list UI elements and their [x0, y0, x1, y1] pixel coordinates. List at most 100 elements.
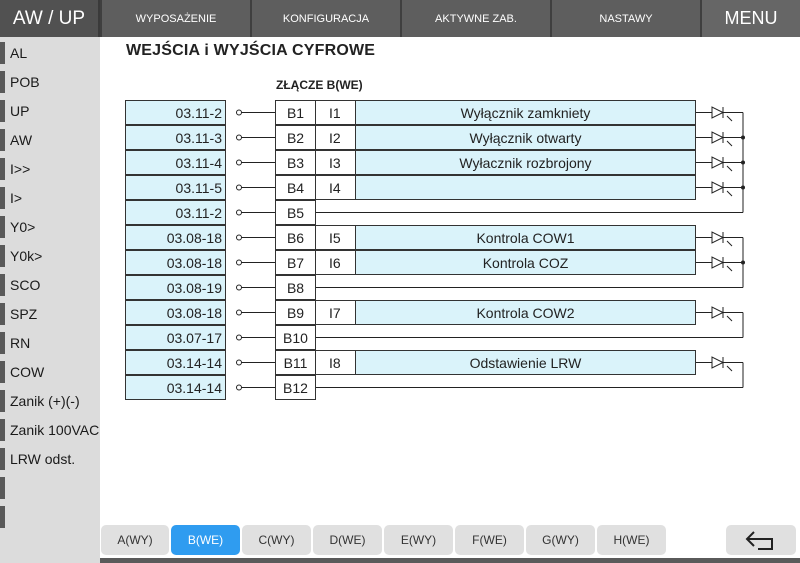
address-cell: 03.07-17	[125, 325, 226, 350]
back-arrow-icon	[745, 531, 773, 550]
pin-cell: B11	[275, 350, 316, 375]
topnav-wyposazenie-button[interactable]: WYPOSAŻENIE	[100, 0, 250, 37]
topnav-konfiguracja-button[interactable]: KONFIGURACJA	[250, 0, 400, 37]
sidebar-marker	[0, 505, 5, 528]
description-cell: Kontrola COW1	[355, 225, 696, 250]
tab-f-we[interactable]: F(WE)	[455, 525, 524, 555]
sidebar-item-label: AL	[10, 44, 28, 61]
menu-button[interactable]: MENU	[700, 0, 800, 37]
input-cell: I6	[315, 250, 356, 275]
sidebar-marker	[0, 273, 5, 296]
sidebar-item-label: SCO	[10, 276, 41, 293]
sidebar-item-empty-2[interactable]	[0, 502, 100, 531]
sidebar-item-lrw-odst[interactable]: LRW odst.	[0, 444, 100, 473]
sidebar-marker	[0, 99, 5, 122]
sidebar-marker	[0, 360, 5, 383]
tab-e-wy[interactable]: E(WY)	[384, 525, 453, 555]
sidebar-item-cow[interactable]: COW	[0, 357, 100, 386]
pin-cell: B7	[275, 250, 316, 275]
sidebar-item-al[interactable]: AL	[0, 38, 100, 67]
sidebar-item-empty-1[interactable]	[0, 473, 100, 502]
address-cell: 03.11-4	[125, 150, 226, 175]
sidebar-marker	[0, 128, 5, 151]
address-cell: 03.14-14	[125, 375, 226, 400]
terminal-wires	[236, 109, 275, 391]
tab-h-we[interactable]: H(WE)	[597, 525, 666, 555]
sidebar-item-spz[interactable]: SPZ	[0, 299, 100, 328]
tab-d-we[interactable]: D(WE)	[313, 525, 382, 555]
input-cell: I5	[315, 225, 356, 250]
address-cell: 03.11-3	[125, 125, 226, 150]
sidebar-marker	[0, 476, 5, 499]
sidebar-item-y0[interactable]: Y0>	[0, 212, 100, 241]
junction-dots	[741, 135, 745, 265]
sidebar-marker	[0, 41, 5, 64]
input-cell: I4	[315, 175, 356, 200]
tab-a-wy[interactable]: A(WY)	[101, 525, 169, 555]
address-cell: 03.11-5	[125, 175, 226, 200]
sidebar-marker	[0, 302, 5, 325]
app-title: AW / UP	[0, 0, 100, 37]
sidebar-item-aw[interactable]: AW	[0, 125, 100, 154]
wiring-diagram	[236, 106, 745, 391]
bottom-bar	[100, 558, 800, 563]
sidebar-item-i[interactable]: I>	[0, 183, 100, 212]
pin-cell: B8	[275, 275, 316, 300]
sidebar: AL POB UP AW I>> I> Y0> Y0k> SCO SPZ RN …	[0, 37, 100, 563]
sidebar-item-label: Zanik 100VAC	[10, 421, 100, 438]
input-cell: I7	[315, 300, 356, 325]
sidebar-marker	[0, 70, 5, 93]
sidebar-marker	[0, 447, 5, 470]
description-cell	[355, 175, 696, 200]
sidebar-item-label: AW	[10, 131, 33, 148]
sidebar-marker	[0, 186, 5, 209]
sidebar-marker	[0, 389, 5, 412]
input-cell: I2	[315, 125, 356, 150]
address-cell: 03.08-19	[125, 275, 226, 300]
address-cell: 03.08-18	[125, 300, 226, 325]
pin-cell: B6	[275, 225, 316, 250]
pin-cell: B10	[275, 325, 316, 350]
topnav-aktywne-zab-button[interactable]: AKTYWNE ZAB.	[400, 0, 550, 37]
description-cell: Kontrola COZ	[355, 250, 696, 275]
back-button[interactable]	[726, 525, 796, 555]
tab-g-wy[interactable]: G(WY)	[526, 525, 595, 555]
sidebar-marker	[0, 244, 5, 267]
sidebar-item-zanik-dc[interactable]: Zanik (+)(-)	[0, 386, 100, 415]
address-cell: 03.11-2	[125, 200, 226, 225]
sidebar-item-zanik-100vac[interactable]: Zanik 100VAC	[0, 415, 100, 444]
sidebar-item-rn[interactable]: RN	[0, 328, 100, 357]
topnav-nastawy-button[interactable]: NASTAWY	[550, 0, 700, 37]
sidebar-item-label: UP	[10, 102, 30, 119]
tab-b-we[interactable]: B(WE)	[171, 525, 240, 555]
sidebar-item-label: Y0k>	[10, 247, 43, 264]
sidebar-marker	[0, 418, 5, 441]
pin-cell: B2	[275, 125, 316, 150]
sidebar-item-label: Zanik (+)(-)	[10, 392, 80, 409]
description-cell: Kontrola COW2	[355, 300, 696, 325]
sidebar-item-label: I>	[10, 189, 23, 206]
input-cell: I1	[315, 100, 356, 125]
app-root: AW / UP WYPOSAŻENIE KONFIGURACJA AKTYWNE…	[0, 0, 800, 563]
sidebar-item-label: POB	[10, 73, 40, 90]
page-title: WEJŚCIA i WYJŚCIA CYFROWE	[126, 42, 376, 59]
pin-cell: B4	[275, 175, 316, 200]
led-diode-icon	[696, 106, 743, 372]
sidebar-item-label: RN	[10, 334, 31, 351]
sidebar-item-pob[interactable]: POB	[0, 67, 100, 96]
description-cell: Wyłącznik otwarty	[355, 125, 696, 150]
sidebar-item-up[interactable]: UP	[0, 96, 100, 125]
sidebar-item-label: I>>	[10, 160, 31, 177]
sidebar-item-label: LRW odst.	[10, 450, 76, 467]
sidebar-item-i-high[interactable]: I>>	[0, 154, 100, 183]
sidebar-item-label: Y0>	[10, 218, 36, 235]
sidebar-item-label: COW	[10, 363, 45, 380]
description-cell: Wyłącznik zamkniety	[355, 100, 696, 125]
address-cell: 03.11-2	[125, 100, 226, 125]
sidebar-item-sco[interactable]: SCO	[0, 270, 100, 299]
pin-cell: B5	[275, 200, 316, 225]
tab-c-wy[interactable]: C(WY)	[242, 525, 311, 555]
sidebar-item-y0k[interactable]: Y0k>	[0, 241, 100, 270]
description-cell: Wyłacznik rozbrojony	[355, 150, 696, 175]
pin-cell: B3	[275, 150, 316, 175]
